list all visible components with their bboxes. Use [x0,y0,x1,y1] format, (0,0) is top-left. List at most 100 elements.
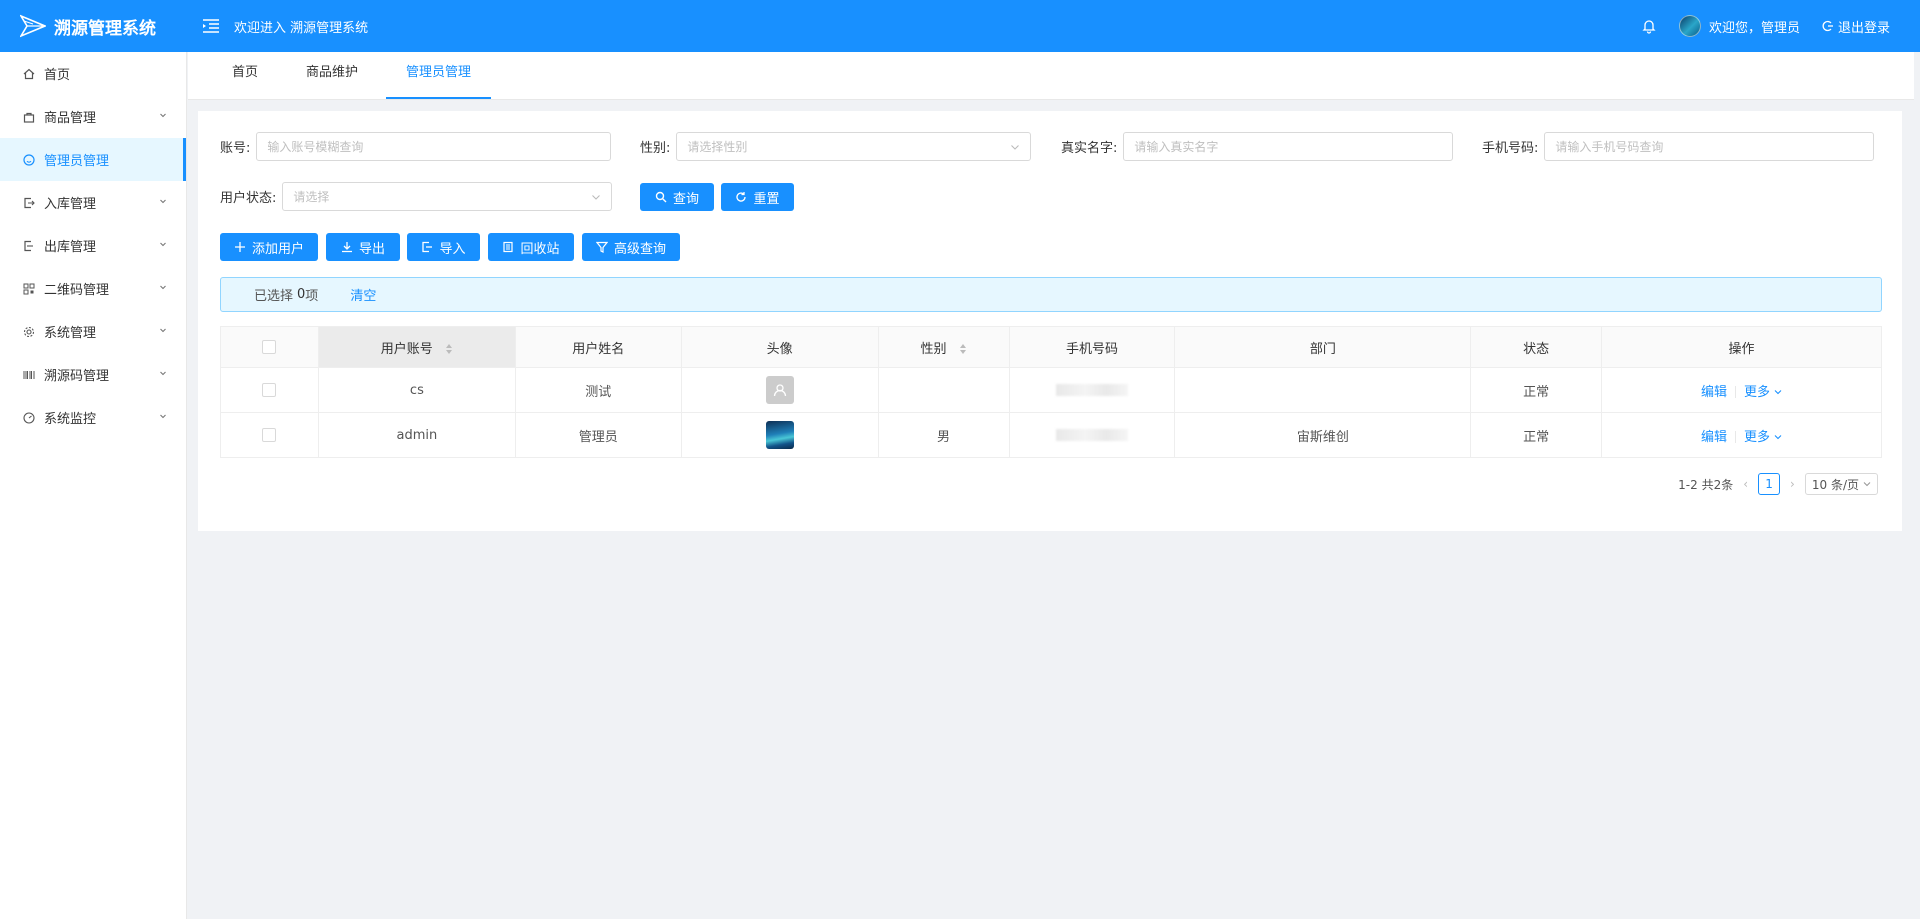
reset-button[interactable]: 重置 [721,183,794,211]
default-user-avatar-icon [765,376,794,404]
realname-input[interactable]: 请输入真实名字 [1123,132,1454,161]
chevron-down-icon [160,199,166,204]
home-icon [22,67,36,81]
next-page-icon[interactable]: › [1790,477,1795,491]
more-dropdown[interactable]: 更多 [1744,385,1782,400]
recycle-bin-icon [503,241,514,253]
cell-phone [1009,367,1176,413]
chevron-down-icon [160,285,166,290]
cell-name: 管理员 [515,412,682,458]
tab-goods-maintenance[interactable]: 商品维护 [286,51,378,99]
sidebar-item-tracecode[interactable]: 溯源码管理 [0,353,186,396]
prev-page-icon[interactable]: ‹ [1743,477,1748,491]
sort-icon [445,344,452,354]
top-header: 溯源管理系统 欢迎进入 溯源管理系统 欢迎您，管理员 退出登录 [0,0,1920,52]
dashboard-icon [22,411,36,425]
sidebar-item-label: 系统管理 [44,326,97,341]
cell-actions: 编辑 更多 [1601,367,1882,413]
content-card: 账号: 输入账号模糊查询 性别: 请选择性别 真实名字: 请输入真实名字 手机号… [198,111,1902,531]
chevron-down-icon [160,371,166,376]
filter-icon [595,241,608,253]
chevron-down-icon [160,414,166,419]
bell-icon[interactable] [1641,18,1657,34]
chevron-down-icon [160,242,166,247]
col-header-actions: 操作 [1601,326,1882,368]
bag-icon [22,110,36,124]
selection-count: 0 [297,287,306,302]
filter-status: 用户状态: 请选择 [220,182,613,211]
filter-realname: 真实名字: 请输入真实名字 [1061,132,1454,161]
sidebar-item-label: 溯源码管理 [44,369,110,384]
sidebar-item-outbound[interactable]: 出库管理 [0,224,186,267]
cell-status: 正常 [1470,412,1603,458]
row-select-cell[interactable] [220,367,319,413]
filter-gender: 性别: 请选择性别 [640,132,1032,161]
logout-label: 退出登录 [1837,20,1890,36]
search-button[interactable]: 查询 [640,183,714,211]
sidebar-item-monitor[interactable]: 系统监控 [0,396,186,439]
download-icon [341,242,352,253]
edit-link[interactable]: 编辑 [1701,430,1727,445]
tab-admin-management[interactable]: 管理员管理 [386,51,492,99]
sidebar-item-home[interactable]: 首页 [0,52,186,95]
account-label: 账号: [220,141,251,156]
cell-dept [1174,367,1472,413]
clear-selection-link[interactable]: 清空 [350,285,376,304]
logout-icon [1822,20,1833,32]
status-select[interactable]: 请选择 [282,182,613,211]
divider [1734,386,1736,398]
gender-select[interactable]: 请选择性别 [676,132,1032,161]
select-all-checkbox[interactable] [262,340,277,354]
select-all-cell[interactable] [220,326,319,368]
user-avatar-image [765,421,794,449]
cell-status: 正常 [1470,367,1603,413]
logo-text: 溯源管理系统 [54,18,156,39]
sidebar-item-label: 管理员管理 [44,154,110,169]
sidebar-item-admins[interactable]: 管理员管理 [0,138,186,181]
cell-avatar [681,367,879,413]
row-checkbox[interactable] [262,383,277,397]
cell-dept: 宙斯维创 [1174,412,1472,458]
more-dropdown[interactable]: 更多 [1744,430,1782,445]
add-user-button[interactable]: 添加用户 [220,233,318,261]
sidebar-item-system[interactable]: 系统管理 [0,310,186,353]
logo[interactable]: 溯源管理系统 [0,0,188,52]
outbound-icon [22,239,36,253]
menu-fold-icon[interactable] [202,17,220,35]
page-number[interactable]: 1 [1758,473,1781,495]
edit-link[interactable]: 编辑 [1701,385,1727,400]
sidebar-item-inbound[interactable]: 入库管理 [0,181,186,224]
recycle-bin-button[interactable]: 回收站 [488,233,574,261]
realname-label: 真实名字: [1061,141,1118,156]
export-button[interactable]: 导出 [326,233,400,261]
page-size-select[interactable]: 10 条/页 [1804,473,1878,495]
sidebar-item-goods[interactable]: 商品管理 [0,95,186,138]
sidebar-item-qrcode[interactable]: 二维码管理 [0,267,186,310]
sidebar-item-label: 出库管理 [44,240,97,255]
filter-account: 账号: 输入账号模糊查询 [220,132,612,161]
col-header-gender[interactable]: 性别 [878,326,1010,368]
gender-label: 性别: [640,141,671,156]
user-avatar [1678,15,1701,37]
account-input[interactable]: 输入账号模糊查询 [256,132,612,161]
tab-home[interactable]: 首页 [212,51,278,99]
row-select-cell[interactable] [220,412,319,458]
chevron-down-icon [1011,145,1020,150]
import-button[interactable]: 导入 [407,233,480,261]
advanced-search-button[interactable]: 高级查询 [582,233,680,261]
col-header-status: 状态 [1470,326,1603,368]
phone-input[interactable]: 请输入手机号码查询 [1544,132,1875,161]
col-header-name: 用户姓名 [515,326,682,368]
gear-icon [22,325,36,339]
col-header-account[interactable]: 用户账号 [318,326,516,368]
logout-button[interactable]: 退出登录 [1822,17,1890,36]
cell-name: 测试 [515,367,682,413]
cell-avatar [681,412,879,458]
chevron-down-icon [592,195,601,200]
search-icon [655,191,667,203]
user-menu[interactable]: 欢迎您，管理员 [1678,15,1800,37]
cell-account: cs [318,367,516,413]
user-table: 用户账号 用户姓名 头像 性别 手机号码 部门 状态 操作 cs 测试 正常 编… [220,326,1882,458]
sidebar: 首页 商品管理 管理员管理 入库管理 出库管理 二维码管理 系统管理 溯源码管理… [0,52,187,919]
row-checkbox[interactable] [262,428,277,442]
